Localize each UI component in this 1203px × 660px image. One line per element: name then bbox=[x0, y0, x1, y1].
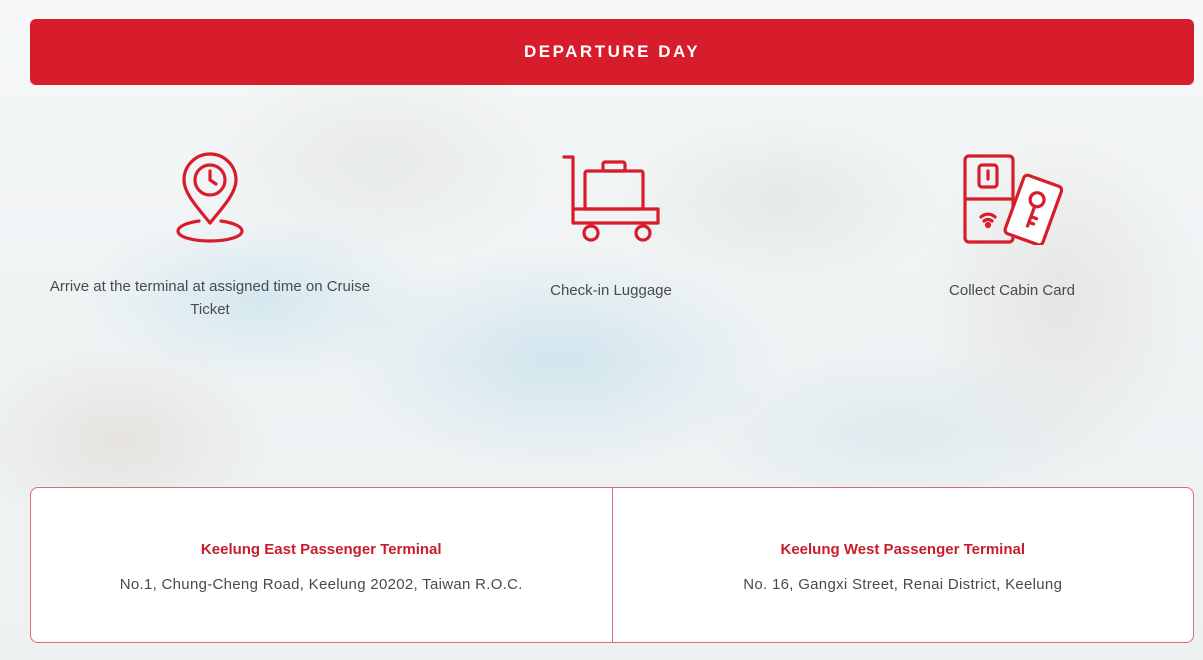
terminal-address: No. 16, Gangxi Street, Renai District, K… bbox=[743, 576, 1063, 593]
departure-day-header: DEPARTURE DAY bbox=[30, 19, 1194, 85]
location-clock-pin-icon bbox=[40, 145, 380, 245]
terminal-address: No.1, Chung-Cheng Road, Keelung 20202, T… bbox=[119, 576, 523, 593]
cabin-key-card-icon bbox=[842, 145, 1182, 245]
terminal-name: Keelung West Passenger Terminal bbox=[780, 541, 1026, 558]
header-title: DEPARTURE DAY bbox=[523, 42, 701, 61]
terminal-name: Keelung East Passenger Terminal bbox=[200, 541, 442, 558]
step-label: Arrive at the terminal at assigned time … bbox=[49, 278, 371, 318]
step-collect-cabin-card: Collect Cabin Card bbox=[842, 145, 1182, 302]
terminal-east: Keelung East Passenger Terminal No.1, Ch… bbox=[31, 488, 612, 642]
step-check-in-luggage: Check-in Luggage bbox=[441, 145, 781, 302]
terminal-west: Keelung West Passenger Terminal No. 16, … bbox=[611, 488, 1194, 642]
luggage-cart-icon bbox=[441, 145, 781, 245]
step-label: Collect Cabin Card bbox=[949, 282, 1075, 299]
step-label: Check-in Luggage bbox=[550, 282, 672, 299]
step-arrive-terminal: Arrive at the terminal at assigned time … bbox=[40, 145, 380, 321]
terminals-panel: Keelung East Passenger Terminal No.1, Ch… bbox=[30, 487, 1194, 643]
